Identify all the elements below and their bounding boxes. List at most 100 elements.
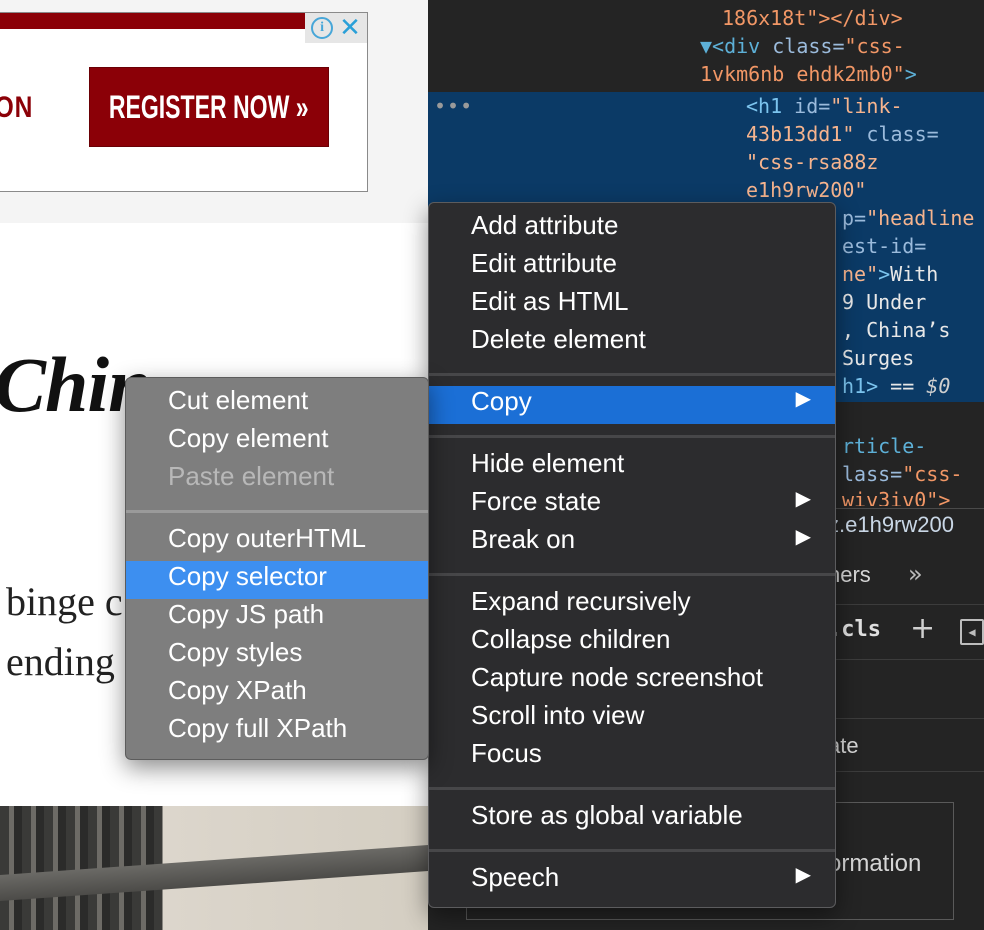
text-node: , China’s: [842, 318, 951, 342]
menu-item-speech[interactable]: Speech ▶: [429, 862, 835, 900]
submenu-arrow-icon: ▶: [795, 524, 811, 548]
close-icon[interactable]: ✕: [339, 15, 361, 41]
dom-breadcrumb[interactable]: z.e1h9rw200: [828, 512, 954, 538]
tag-name: >: [878, 262, 891, 286]
menu-item-force-state[interactable]: Force state ▶: [429, 486, 835, 524]
menu-item-copy[interactable]: Copy ▶: [429, 386, 835, 424]
menu-item-capture-node-screenshot[interactable]: Capture node screenshot: [429, 662, 835, 700]
dom-line[interactable]: 186x18t"></div>: [722, 4, 903, 32]
menu-item-copy-styles[interactable]: Copy styles: [126, 637, 428, 675]
menu-separator: [429, 573, 835, 576]
ad-banner[interactable]: i ✕ ION REGISTER NOW »: [0, 12, 368, 192]
register-now-button[interactable]: REGISTER NOW »: [89, 67, 329, 147]
menu-item-copy-full-xpath[interactable]: Copy full XPath: [126, 713, 428, 751]
attr-name: class=: [854, 122, 939, 146]
dom-line[interactable]: ▼<div class="css-: [700, 32, 905, 60]
submenu-arrow-icon: ▶: [795, 486, 811, 510]
article-body-line: ending: [6, 639, 115, 684]
attr-name: lass=: [842, 462, 903, 486]
menu-separator: [429, 373, 835, 376]
tag-name: <h1: [746, 94, 795, 118]
dom-line-selected[interactable]: 43b13dd1" class=: [746, 120, 939, 148]
dom-line[interactable]: wiv3iv0">: [842, 486, 950, 506]
dom-line[interactable]: 1vkm6nb ehdk2mb0">: [700, 60, 917, 88]
dom-line-selected[interactable]: <h1 id="link-: [746, 92, 903, 120]
menu-item-scroll-into-view[interactable]: Scroll into view: [429, 700, 835, 738]
attr-value: 186x18t"></div>: [722, 6, 903, 30]
submenu-arrow-icon: ▶: [795, 862, 811, 886]
menu-separator: [429, 787, 835, 790]
tag-name: >: [904, 62, 917, 86]
attr-value: e1h9rw200": [746, 178, 867, 202]
console-var: $0: [926, 374, 951, 398]
state-row: ate: [828, 718, 984, 772]
dom-line-selected[interactable]: est-id=: [842, 232, 926, 260]
ad-text-fragment: ION: [0, 91, 34, 124]
equals-text: ==: [878, 374, 927, 398]
menu-item-copy-xpath[interactable]: Copy XPath: [126, 675, 428, 713]
sidebar-tabs: ners »: [828, 560, 984, 596]
dom-line-selected[interactable]: Surges: [842, 344, 914, 372]
menu-item-edit-attribute[interactable]: Edit attribute: [429, 248, 835, 286]
more-options-icon[interactable]: •••: [434, 94, 473, 118]
text-node: With: [890, 262, 939, 286]
menu-item-store-as-global-variable[interactable]: Store as global variable: [429, 800, 835, 838]
attr-name: id=: [794, 94, 831, 118]
attr-value: "link-: [830, 94, 903, 118]
tag-name: h1>: [842, 374, 879, 398]
dom-line-selected[interactable]: ne">With: [842, 260, 938, 288]
attr-value: wiv3iv0">: [842, 488, 951, 506]
attr-value: "headline: [866, 206, 975, 230]
menu-item-collapse-children[interactable]: Collapse children: [429, 624, 835, 662]
chevron-double-right-icon[interactable]: »: [908, 560, 923, 588]
menu-item-speech-label: Speech: [471, 862, 560, 892]
add-style-rule-icon[interactable]: +: [910, 611, 935, 646]
menu-item-copy-element[interactable]: Copy element: [126, 423, 428, 461]
menu-separator: [126, 510, 428, 513]
menu-separator: [429, 435, 835, 438]
attr-value: 43b13dd1": [746, 122, 855, 146]
tag-name: ▼<div: [700, 34, 773, 58]
text-node: Surges: [842, 346, 915, 370]
menu-item-delete-element[interactable]: Delete element: [429, 324, 835, 362]
submenu-arrow-icon: ▶: [795, 386, 811, 410]
dom-line[interactable]: lass="css-: [842, 460, 962, 488]
ad-top-stripe: [0, 13, 335, 29]
menu-item-copy-label: Copy: [471, 386, 532, 416]
menu-item-break-on-label: Break on: [471, 524, 576, 554]
toggle-sidebar-icon[interactable]: ◀: [960, 619, 984, 645]
text-node: 9 Under: [842, 290, 927, 314]
attr-value: ne": [842, 262, 879, 286]
menu-item-focus[interactable]: Focus: [429, 738, 835, 776]
context-menu: Add attribute Edit attribute Edit as HTM…: [428, 202, 836, 908]
dom-line-selected[interactable]: h1> == $0: [842, 372, 950, 400]
information-label: ormation: [828, 850, 922, 877]
menu-item-add-attribute[interactable]: Add attribute: [429, 210, 835, 248]
dom-line-selected[interactable]: 9 Under: [842, 288, 926, 316]
copy-submenu: Cut element Copy element Paste element C…: [125, 377, 429, 760]
menu-item-edit-as-html[interactable]: Edit as HTML: [429, 286, 835, 324]
attr-value: "css-: [902, 462, 963, 486]
register-now-label: REGISTER NOW »: [109, 88, 309, 125]
attr-name: p=: [842, 206, 867, 230]
dom-line-selected[interactable]: e1h9rw200": [746, 176, 866, 204]
dom-line[interactable]: rticle-: [842, 432, 926, 460]
menu-item-copy-selector[interactable]: Copy selector: [126, 561, 428, 599]
dom-line-selected[interactable]: "css-rsa88z: [746, 148, 878, 176]
menu-item-break-on[interactable]: Break on ▶: [429, 524, 835, 562]
ad-area: i ✕ ION REGISTER NOW »: [0, 0, 428, 223]
menu-item-expand-recursively[interactable]: Expand recursively: [429, 586, 835, 624]
attr-name: est-id=: [842, 234, 927, 258]
dom-line-selected[interactable]: p="headline: [842, 204, 974, 232]
attr-value: "css-: [844, 34, 905, 58]
menu-item-copy-js-path[interactable]: Copy JS path: [126, 599, 428, 637]
menu-item-paste-element: Paste element: [168, 461, 335, 491]
attr-value: "css-rsa88z: [746, 150, 879, 174]
dom-line-selected[interactable]: , China’s: [842, 316, 950, 344]
attr-value: 1vkm6nb ehdk2mb0": [700, 62, 905, 86]
menu-item-cut-element[interactable]: Cut element: [126, 385, 428, 423]
menu-item-copy-outerhtml[interactable]: Copy outerHTML: [126, 523, 428, 561]
menu-item-hide-element[interactable]: Hide element: [429, 448, 835, 486]
adchoices-info-icon[interactable]: i: [311, 17, 334, 39]
ad-choices[interactable]: i ✕: [305, 13, 367, 43]
